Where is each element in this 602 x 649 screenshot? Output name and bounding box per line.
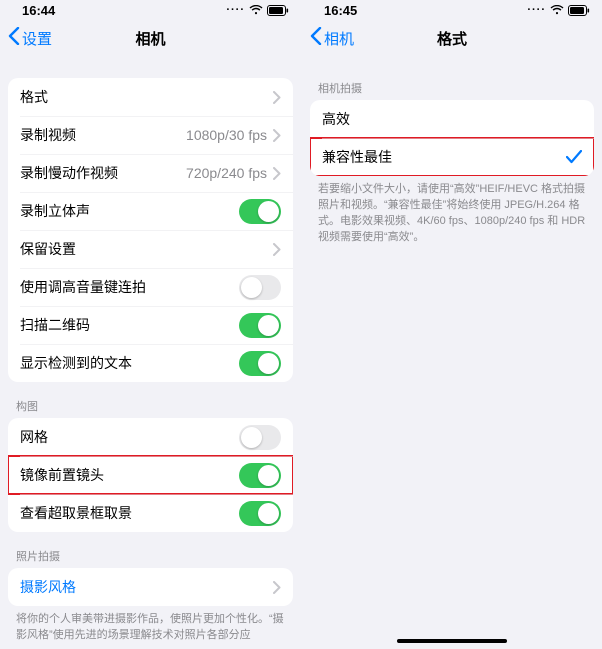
settings-group-1: 格式录制视频 1080p/30 fps 录制慢动作视频 720p/240 fps 录制立… [8,78,293,382]
wifi-icon [550,5,564,15]
row-label: 录制慢动作视频 [20,163,118,183]
back-label: 设置 [22,28,52,49]
option-row[interactable]: 兼容性最佳 [310,138,594,176]
row-label: 摄影风格 [20,577,76,597]
group-header-capture: 相机拍摄 [302,58,602,100]
row-label: 显示检测到的文本 [20,353,132,373]
row-label: 使用调高音量键连拍 [20,277,146,297]
settings-row[interactable]: 使用调高音量键连拍 [8,268,293,306]
settings-row[interactable]: 镜像前置镜头 [8,456,293,494]
format-group: 高效兼容性最佳 [310,100,594,176]
option-row[interactable]: 高效 [310,100,594,138]
row-label: 查看超取景框取景 [20,503,132,523]
battery-icon [267,5,289,16]
settings-row[interactable]: 保留设置 [8,230,293,268]
toggle-switch[interactable] [239,425,281,450]
chevron-right-icon [273,243,281,256]
toggle-switch[interactable] [239,463,281,488]
settings-row[interactable]: 显示检测到的文本 [8,344,293,382]
group-footer-capture: 若要缩小文件大小，请使用“高效”HEIF/HEVC 格式拍摄照片和视频。“兼容性… [302,176,602,246]
toggle-switch[interactable] [239,351,281,376]
chevron-right-icon [273,129,281,142]
status-bar: 16:45 ···· [302,0,602,18]
row-label: 录制立体声 [20,201,90,221]
settings-row[interactable]: 摄影风格 [8,568,293,606]
settings-row[interactable]: 格式 [8,78,293,116]
back-button[interactable]: 设置 [8,27,52,49]
group-header-composition: 构图 [0,382,301,418]
settings-row[interactable]: 网格 [8,418,293,456]
toggle-switch[interactable] [239,313,281,338]
settings-row[interactable]: 查看超取景框取景 [8,494,293,532]
status-right: ···· [226,4,289,16]
status-bar: 16:44 ···· [0,0,301,18]
toggle-switch[interactable] [239,199,281,224]
status-time: 16:44 [22,3,55,18]
toggle-switch[interactable] [239,275,281,300]
battery-icon [568,5,590,16]
row-detail: 720p/240 fps [186,165,267,181]
phone-format-settings: 16:45 ···· 相机 格式 相机拍摄 高效兼容性最佳 若要缩小 [301,0,602,649]
nav-bar: 设置 相机 [0,18,301,58]
chevron-left-icon [310,27,322,49]
row-label: 录制视频 [20,125,76,145]
chevron-right-icon [273,91,281,104]
settings-group-2: 网格镜像前置镜头查看超取景框取景 [8,418,293,532]
phone-camera-settings: 16:44 ···· 设置 相机 格式录制视频 1080p/30 fps 录制慢动作… [0,0,301,649]
chevron-right-icon [273,167,281,180]
chevron-left-icon [8,27,20,49]
row-label: 高效 [322,109,350,129]
checkmark-icon [566,150,582,164]
row-label: 网格 [20,427,48,447]
signal-icon: ···· [527,4,546,16]
status-right: ···· [527,4,590,16]
chevron-right-icon [273,581,281,594]
group-header-photo: 照片拍摄 [0,532,301,568]
row-label: 保留设置 [20,239,76,259]
signal-icon: ···· [226,4,245,16]
status-time: 16:45 [324,3,357,18]
nav-bar: 相机 格式 [302,18,602,58]
home-indicator [397,639,507,643]
settings-row[interactable]: 录制视频 1080p/30 fps [8,116,293,154]
settings-row[interactable]: 扫描二维码 [8,306,293,344]
row-detail: 1080p/30 fps [186,127,267,143]
settings-row[interactable]: 录制慢动作视频 720p/240 fps [8,154,293,192]
settings-row[interactable]: 录制立体声 [8,192,293,230]
row-label: 扫描二维码 [20,315,90,335]
row-label: 镜像前置镜头 [20,465,104,485]
row-label: 格式 [20,87,48,107]
wifi-icon [249,5,263,15]
back-button[interactable]: 相机 [310,27,354,49]
back-label: 相机 [324,28,354,49]
settings-group-3: 摄影风格 [8,568,293,606]
row-label: 兼容性最佳 [322,147,392,167]
group-footer-photo: 将你的个人审美带进摄影作品，使照片更加个性化。“摄影风格”使用先进的场景理解技术… [0,606,301,644]
toggle-switch[interactable] [239,501,281,526]
